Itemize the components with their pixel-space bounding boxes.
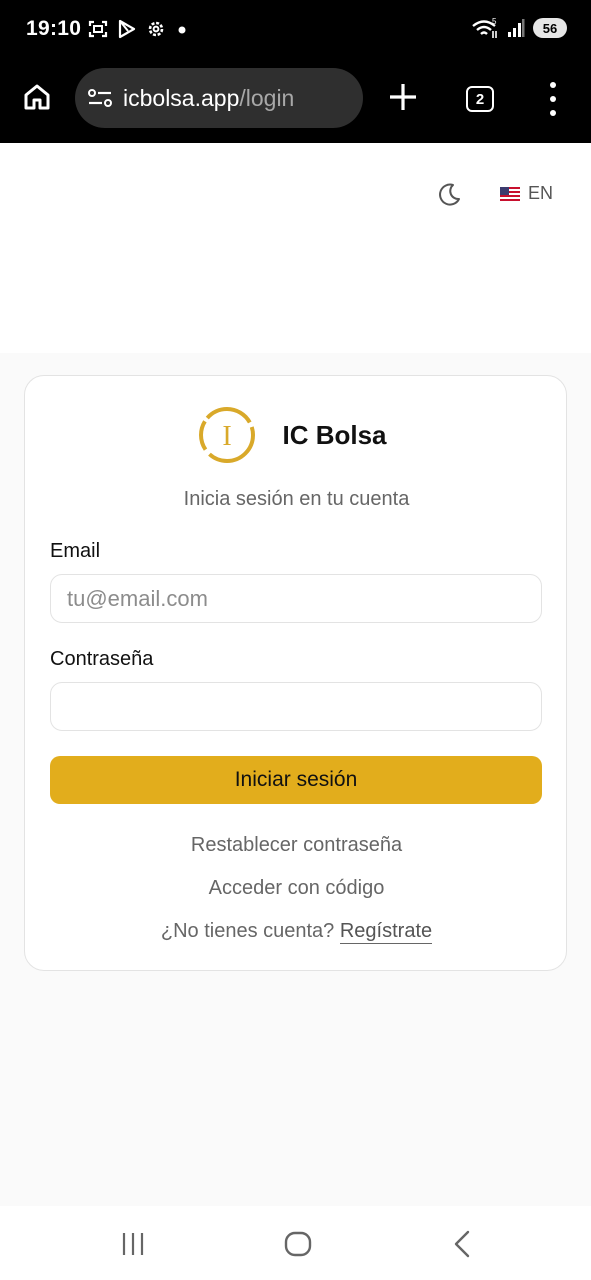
svg-text:5: 5 xyxy=(492,17,497,26)
register-row: ¿No tienes cuenta? Regístrate xyxy=(25,920,568,944)
screenshot-icon xyxy=(88,20,108,38)
code-access-row: Acceder con código xyxy=(25,877,568,900)
home-nav-button[interactable] xyxy=(283,1230,313,1258)
code-access-link[interactable]: Acceder con código xyxy=(209,877,385,899)
dark-mode-toggle[interactable] xyxy=(435,181,463,209)
login-card: I IC Bolsa Inicia sesión en tu cuenta Em… xyxy=(24,375,567,971)
menu-dot-icon xyxy=(550,96,556,102)
url-host: icbolsa.app xyxy=(123,84,240,111)
language-selector[interactable]: EN xyxy=(500,183,553,204)
signal-icon xyxy=(508,19,525,37)
password-label: Contraseña xyxy=(50,648,154,670)
email-label: Email xyxy=(50,540,101,562)
browser-menu-button[interactable] xyxy=(543,82,563,116)
tab-switcher-button[interactable]: 2 xyxy=(466,86,494,112)
status-icons-left xyxy=(88,19,188,39)
system-navigation-bar xyxy=(0,1206,591,1280)
menu-dot-icon xyxy=(550,82,556,88)
login-subtitle: Inicia sesión en tu cuenta xyxy=(183,488,410,510)
home-icon xyxy=(24,84,50,110)
page-header: EN xyxy=(0,143,591,353)
address-bar[interactable]: icbolsa.app/login xyxy=(75,68,363,128)
url-path: /login xyxy=(239,84,295,111)
reset-password-row: Restablecer contraseña xyxy=(25,834,568,857)
no-account-text: ¿No tienes cuenta? xyxy=(160,920,335,942)
email-field[interactable] xyxy=(50,574,542,623)
us-flag-icon xyxy=(500,186,520,201)
home-button[interactable] xyxy=(20,80,54,114)
brand: I IC Bolsa xyxy=(25,404,568,466)
notification-dot-icon xyxy=(178,26,186,34)
url-text: icbolsa.app/login xyxy=(123,85,294,112)
svg-text:I: I xyxy=(223,421,232,452)
recent-apps-button[interactable] xyxy=(118,1230,148,1258)
status-time: 19:10 xyxy=(26,17,82,40)
wifi-icon: 5 xyxy=(472,17,497,38)
browser-toolbar: icbolsa.app/login 2 xyxy=(0,62,591,143)
login-page: EN I IC Bolsa Inicia sesión en tu cuenta… xyxy=(0,143,591,1206)
brand-name: IC Bolsa xyxy=(282,419,387,450)
new-tab-button[interactable] xyxy=(386,80,420,114)
login-button[interactable]: Iniciar sesión xyxy=(50,756,542,804)
back-button[interactable] xyxy=(448,1230,478,1258)
ic-bolsa-logo-icon: I xyxy=(199,407,256,463)
status-bar: 19:10 5 56 xyxy=(0,0,591,62)
reset-password-link[interactable]: Restablecer contraseña xyxy=(191,834,402,856)
language-label: EN xyxy=(528,183,554,203)
settings-icon xyxy=(148,21,164,37)
play-store-icon xyxy=(118,19,136,39)
site-settings-icon[interactable] xyxy=(87,87,113,109)
password-field[interactable] xyxy=(50,682,542,731)
battery-icon: 56 xyxy=(533,18,567,38)
register-link[interactable]: Regístrate xyxy=(339,920,433,944)
menu-dot-icon xyxy=(550,110,556,116)
status-icons-right: 5 56 xyxy=(471,17,567,39)
